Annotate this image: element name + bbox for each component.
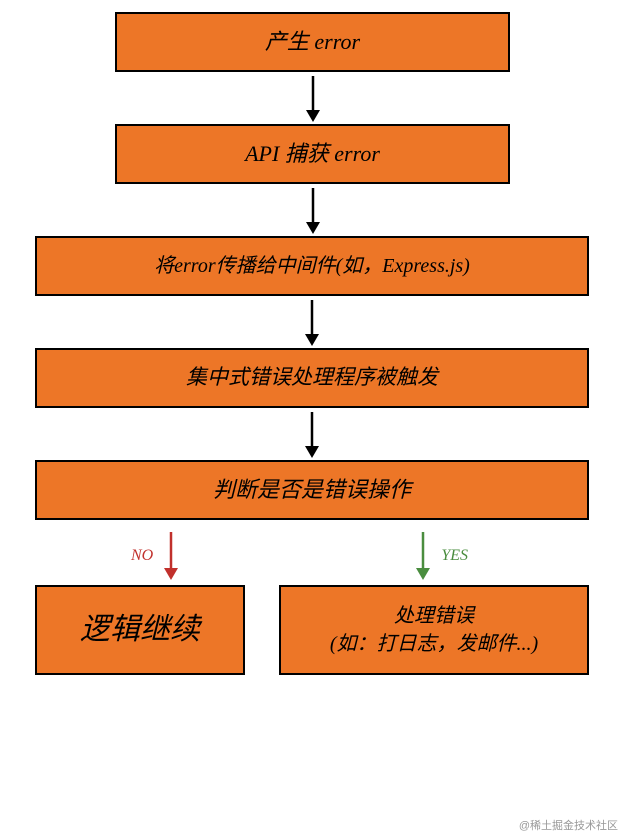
branch-row: NO YES: [0, 528, 624, 583]
arrow-icon: [115, 72, 510, 124]
step-label-line1: 处理错误: [394, 602, 474, 630]
step-box-propagate-middleware: 将error传播给中间件(如，Express.js): [35, 236, 589, 296]
branch-yes: YES: [411, 528, 474, 583]
arrow-icon: [35, 296, 589, 348]
step-label: 逻辑继续: [80, 609, 200, 651]
step-box-api-catch-error: API 捕获 error: [115, 124, 510, 184]
step-box-central-handler-triggered: 集中式错误处理程序被触发: [35, 348, 589, 408]
step-label: 判断是否是错误操作: [213, 475, 411, 506]
step-box-decide-operational-error: 判断是否是错误操作: [35, 460, 589, 520]
step-box-handle-error: 处理错误 (如：打日志，发邮件...): [279, 585, 589, 675]
arrow-down-red-icon: [159, 528, 183, 583]
step-label: API 捕获 error: [245, 139, 380, 170]
arrow-down-green-icon: [411, 528, 435, 583]
step-label: 产生 error: [265, 27, 360, 58]
step-label: 将error传播给中间件(如，Express.js): [154, 252, 470, 280]
step-label: 集中式错误处理程序被触发: [186, 363, 438, 392]
bottom-row: 逻辑继续 处理错误 (如：打日志，发邮件...): [0, 585, 624, 675]
step-label-line2: (如：打日志，发邮件...): [330, 630, 538, 658]
step-box-logic-continue: 逻辑继续: [35, 585, 245, 675]
step-box-generate-error: 产生 error: [115, 12, 510, 72]
branch-label-yes: YES: [441, 547, 468, 565]
arrow-icon: [115, 184, 510, 236]
watermark: @稀土掘金技术社区: [519, 817, 618, 833]
branch-label-no: NO: [131, 547, 153, 565]
arrow-icon: [35, 408, 589, 460]
branch-no: NO: [125, 528, 183, 583]
